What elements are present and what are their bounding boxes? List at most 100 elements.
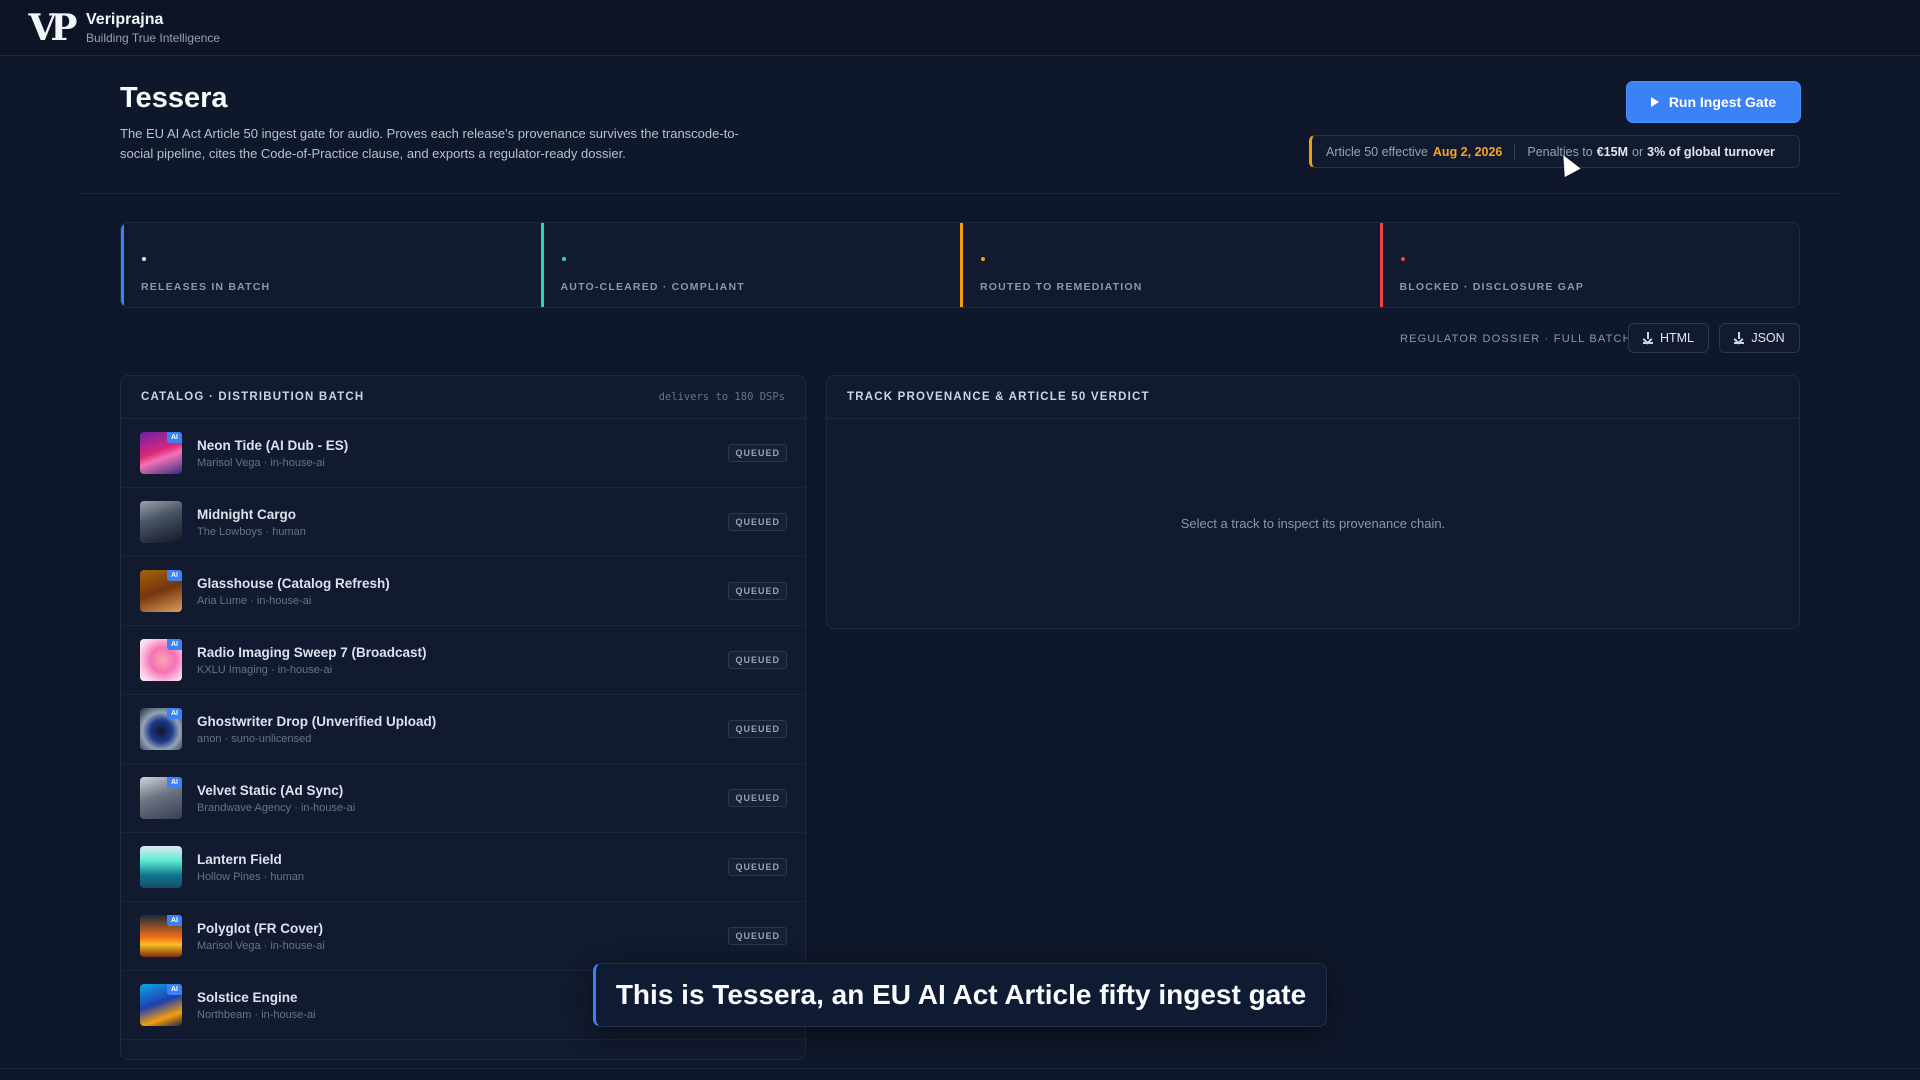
track-artwork: AI [140, 432, 182, 474]
verdict-empty-state: Select a track to inspect its provenance… [1180, 516, 1446, 531]
track-row[interactable]: AI Neon Tide (AI Dub - ES) Marisol Vega · … [121, 419, 805, 488]
stat-card: AUTO-CLEARED · COMPLIANT [540, 223, 961, 307]
download-json-label: JSON [1751, 331, 1785, 345]
track-title: Radio Imaging Sweep 7 (Broadcast) [197, 644, 427, 660]
track-row[interactable]: AI Radio Imaging Sweep 7 (Broadcast) KXLU … [121, 626, 805, 695]
ai-badge: AI [167, 432, 182, 443]
notice-separator [1514, 143, 1516, 160]
ai-badge: AI [167, 570, 182, 581]
catalog-header: CATALOG · DISTRIBUTION BATCH delivers to… [121, 376, 805, 419]
track-info: Glasshouse (Catalog Refresh) Aria Lume · … [197, 575, 728, 608]
verdict-header: TRACK PROVENANCE & ARTICLE 50 VERDICT [827, 376, 1799, 419]
page-description: The EU AI Act Article 50 ingest gate for… [120, 126, 739, 161]
download-icon [1642, 332, 1653, 344]
play-icon [1650, 97, 1659, 107]
article-50-notice: Article 50 effective Aug 2, 2026 Penalti… [1309, 135, 1800, 168]
track-row[interactable]: Midnight Cargo The Lowboys · human QUEUED [121, 488, 805, 557]
notice-penalty-turnover: 3% of global turnover [1647, 144, 1775, 159]
track-row[interactable]: AI Glasshouse (Catalog Refresh) Aria Lume … [121, 557, 805, 626]
stat-value-indicator [561, 257, 566, 261]
download-json-button[interactable]: JSON [1719, 323, 1800, 353]
track-subtitle: The Lowboys · human [197, 525, 306, 538]
track-artwork: AI [140, 984, 182, 1026]
track-artwork [140, 846, 182, 888]
track-artwork: AI [140, 639, 182, 681]
ai-badge: AI [167, 915, 182, 926]
ai-badge: AI [167, 639, 182, 650]
stat-label: RELEASES IN BATCH [141, 281, 271, 293]
track-title: Neon Tide (AI Dub - ES) [197, 437, 349, 453]
download-icon [1734, 332, 1745, 344]
track-subtitle: Aria Lume · in-house-ai [197, 594, 312, 607]
track-title: Ghostwriter Drop (Unverified Upload) [197, 713, 437, 729]
track-list: AI Neon Tide (AI Dub - ES) Marisol Vega · … [121, 419, 805, 1040]
verdict-title: TRACK PROVENANCE & ARTICLE 50 VERDICT [847, 391, 1150, 403]
notice-effective-prefix: Article 50 effective [1326, 144, 1428, 159]
stat-card: ROUTED TO REMEDIATION [960, 223, 1380, 307]
notice-effective-date: Aug 2, 2026 [1432, 144, 1503, 159]
track-row[interactable]: AI Ghostwriter Drop (Unverified Upload) an… [121, 695, 805, 764]
stat-value-indicator [142, 257, 146, 261]
track-subtitle: Marisol Vega · in-house-ai [197, 456, 325, 469]
ai-badge: AI [167, 708, 182, 719]
track-row[interactable]: Lantern Field Hollow Pines · human QUEUED [121, 833, 805, 902]
run-ingest-gate-button[interactable]: Run Ingest Gate [1627, 82, 1800, 122]
verdict-panel: TRACK PROVENANCE & ARTICLE 50 VERDICT Se… [826, 375, 1800, 629]
catalog-dsp-count: delivers to 180 DSPs [658, 391, 785, 403]
track-info: Velvet Static (Ad Sync) Brandwave Agency … [197, 782, 728, 815]
track-info: Midnight Cargo The Lowboys · human [197, 506, 728, 539]
track-title: Velvet Static (Ad Sync) [197, 782, 344, 798]
brand: Veriprajna Building True Intelligence [86, 10, 220, 46]
track-artwork: AI [140, 777, 182, 819]
track-subtitle: anon · suno-unlicensed [197, 732, 312, 745]
status-badge: QUEUED [728, 513, 787, 531]
stat-card: BLOCKED · DISCLOSURE GAP [1379, 223, 1800, 307]
stat-label: ROUTED TO REMEDIATION [980, 281, 1143, 293]
track-title: Lantern Field [197, 851, 282, 867]
header-divider [80, 193, 1840, 194]
download-html-button[interactable]: HTML [1628, 323, 1709, 353]
track-info: Ghostwriter Drop (Unverified Upload) anon… [197, 713, 728, 746]
track-info: Polyglot (FR Cover) Marisol Vega · in-hou… [197, 920, 728, 953]
download-html-label: HTML [1659, 331, 1695, 345]
track-artwork [140, 501, 182, 543]
brand-name: Veriprajna [86, 10, 164, 28]
stat-label: AUTO-CLEARED · COMPLIANT [560, 281, 745, 293]
track-row[interactable]: AI Polyglot (FR Cover) Marisol Vega · in-h… [121, 902, 805, 971]
stat-card: RELEASES IN BATCH [121, 223, 541, 307]
track-subtitle: Marisol Vega · in-house-ai [197, 939, 325, 952]
stat-value-indicator [981, 257, 985, 261]
track-info: Lantern Field Hollow Pines · human [197, 851, 728, 884]
ai-badge: AI [167, 777, 182, 788]
track-title: Midnight Cargo [197, 506, 296, 522]
status-badge: QUEUED [728, 582, 787, 600]
catalog-panel: CATALOG · DISTRIBUTION BATCH delivers to… [120, 375, 806, 1060]
veriprajna-logo[interactable]: VP [26, 7, 77, 49]
track-info: Neon Tide (AI Dub - ES) Marisol Vega · in… [197, 437, 728, 470]
top-bar: VP Veriprajna Building True Intelligence [0, 0, 1920, 56]
notice-or: or [1632, 144, 1644, 159]
status-badge: QUEUED [728, 444, 787, 462]
status-badge: QUEUED [728, 789, 787, 807]
run-ingest-gate-label: Run Ingest Gate [1668, 94, 1777, 110]
track-info: Radio Imaging Sweep 7 (Broadcast) KXLU Im… [197, 644, 728, 677]
track-subtitle: Hollow Pines · human [197, 870, 304, 883]
ai-badge: AI [167, 984, 182, 995]
track-artwork: AI [140, 570, 182, 612]
status-badge: QUEUED [728, 858, 787, 876]
stat-label: BLOCKED · DISCLOSURE GAP [1399, 281, 1585, 293]
track-artwork: AI [140, 915, 182, 957]
catalog-title: CATALOG · DISTRIBUTION BATCH [141, 391, 365, 403]
stats-strip: RELEASES IN BATCH AUTO-CLEARED · COMPLIAN… [120, 222, 1800, 308]
status-badge: QUEUED [728, 927, 787, 945]
stat-value-indicator [1400, 257, 1405, 261]
page-title: Tessera [120, 82, 228, 114]
track-title: Polyglot (FR Cover) [197, 920, 324, 936]
bottom-divider [0, 1068, 1920, 1069]
track-title: Glasshouse (Catalog Refresh) [197, 575, 390, 591]
track-row[interactable]: AI Velvet Static (Ad Sync) Brandwave Agenc… [121, 764, 805, 833]
track-subtitle: KXLU Imaging · in-house-ai [197, 663, 333, 676]
track-artwork: AI [140, 708, 182, 750]
status-badge: QUEUED [728, 720, 787, 738]
notice-penalty-amount: €15M [1596, 144, 1628, 159]
